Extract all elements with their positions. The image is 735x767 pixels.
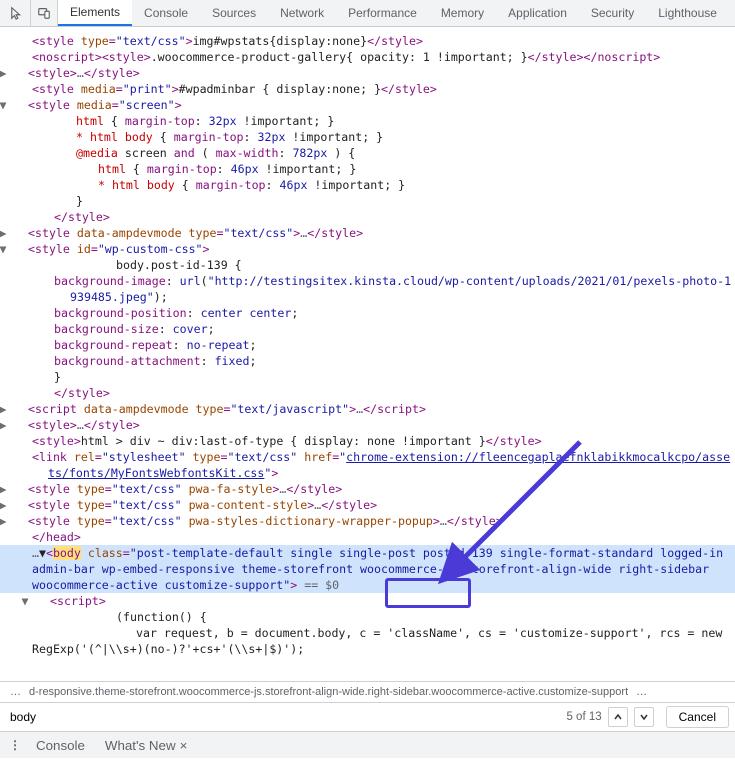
chevron-right-icon[interactable]: ▶ bbox=[14, 65, 26, 81]
drawer-tab-whatsnew[interactable]: What's New× bbox=[95, 735, 197, 756]
dom-node[interactable]: ▼<script> bbox=[0, 593, 735, 609]
dom-node[interactable]: ▶<style type="text/css" pwa-content-styl… bbox=[0, 497, 735, 513]
css-brace: } bbox=[0, 369, 735, 385]
breadcrumb-ellipsis[interactable]: … bbox=[6, 686, 25, 698]
chevron-right-icon[interactable]: ▶ bbox=[14, 481, 26, 497]
dom-node-close: </head> bbox=[0, 529, 735, 545]
chevron-down-icon[interactable]: ▼ bbox=[36, 593, 48, 609]
tab-security[interactable]: Security bbox=[579, 0, 646, 26]
dom-node[interactable]: <noscript><style>.woocommerce-product-ga… bbox=[0, 49, 735, 65]
tab-lighthouse[interactable]: Lighthouse bbox=[646, 0, 729, 26]
drawer-tab-console[interactable]: Console bbox=[26, 735, 95, 756]
css-decl: background-position: center center; bbox=[0, 305, 735, 321]
find-count: 5 of 13 bbox=[566, 711, 601, 723]
dom-node[interactable]: ▶<script data-ampdevmode type="text/java… bbox=[0, 401, 735, 417]
tab-console[interactable]: Console bbox=[132, 0, 200, 26]
tab-elements[interactable]: Elements bbox=[58, 0, 132, 26]
dom-node[interactable]: ▼<style media="screen"> bbox=[0, 97, 735, 113]
tab-sources[interactable]: Sources bbox=[200, 0, 268, 26]
find-input[interactable] bbox=[6, 706, 560, 728]
device-toggle-icon[interactable] bbox=[31, 0, 58, 26]
dom-node-body-selected[interactable]: …▼<body class="post-template-default sin… bbox=[0, 545, 735, 593]
find-bar: 5 of 13 Cancel bbox=[0, 703, 735, 732]
devtools-toolbar: Elements Console Sources Network Perform… bbox=[0, 0, 735, 27]
css-rule: * html body { margin-top: 46px !importan… bbox=[0, 177, 735, 193]
find-cancel-button[interactable]: Cancel bbox=[666, 706, 729, 728]
dom-node[interactable]: ▶<style>…</style> bbox=[0, 65, 735, 81]
chevron-down-icon[interactable]: ▼ bbox=[14, 97, 26, 113]
chevron-down-icon[interactable]: ▼ bbox=[14, 241, 26, 257]
breadcrumb-item[interactable]: d-responsive.theme-storefront.woocommerc… bbox=[25, 686, 632, 698]
drawer-menu-icon[interactable]: ⋮ bbox=[4, 738, 26, 752]
dom-node[interactable]: ▶<style type="text/css" pwa-fa-style>…</… bbox=[0, 481, 735, 497]
chevron-right-icon[interactable]: ▶ bbox=[14, 225, 26, 241]
elements-dom-tree[interactable]: <style type="text/css">img#wpstats{displ… bbox=[0, 27, 735, 682]
chevron-right-icon[interactable]: ▶ bbox=[14, 417, 26, 433]
tab-application[interactable]: Application bbox=[496, 0, 579, 26]
css-decl: background-image: url("http://testingsit… bbox=[0, 273, 735, 305]
elements-breadcrumb[interactable]: … d-responsive.theme-storefront.woocomme… bbox=[0, 682, 735, 703]
dom-node[interactable]: ▶<style type="text/css" pwa-styles-dicti… bbox=[0, 513, 735, 529]
dom-node[interactable]: ▶<style>…</style> bbox=[0, 417, 735, 433]
css-media: @media screen and ( max-width: 782px ) { bbox=[0, 145, 735, 161]
dom-node-close: </style> bbox=[0, 209, 735, 225]
chevron-right-icon[interactable]: ▶ bbox=[14, 401, 26, 417]
dom-node-close: </style> bbox=[0, 385, 735, 401]
find-next-button[interactable] bbox=[634, 707, 654, 727]
tab-network[interactable]: Network bbox=[268, 0, 336, 26]
dom-node[interactable]: ▶<style data-ampdevmode type="text/css">… bbox=[0, 225, 735, 241]
chevron-right-icon[interactable]: ▶ bbox=[14, 497, 26, 513]
close-icon[interactable]: × bbox=[180, 738, 188, 753]
breadcrumb-ellipsis[interactable]: … bbox=[632, 686, 651, 698]
css-rule: * html body { margin-top: 32px !importan… bbox=[0, 129, 735, 145]
dom-node[interactable]: <link rel="stylesheet" type="text/css" h… bbox=[0, 449, 735, 481]
dom-node[interactable]: ▼<style id="wp-custom-css"> bbox=[0, 241, 735, 257]
js-text: RegExp('(^|\\s+)(no-)?'+cs+'(\\s+|$)'); bbox=[0, 641, 735, 657]
dom-node[interactable]: <style type="text/css">img#wpstats{displ… bbox=[0, 33, 735, 49]
js-text: var request, b = document.body, c = 'cla… bbox=[0, 625, 735, 641]
css-decl: background-size: cover; bbox=[0, 321, 735, 337]
css-rule: body.post-id-139 { bbox=[0, 257, 735, 273]
find-prev-button[interactable] bbox=[608, 707, 628, 727]
chevron-right-icon[interactable]: ▶ bbox=[14, 513, 26, 529]
chevron-down-icon[interactable]: ▼ bbox=[39, 546, 46, 560]
tab-memory[interactable]: Memory bbox=[429, 0, 496, 26]
css-rule: html { margin-top: 46px !important; } bbox=[0, 161, 735, 177]
drawer-toolbar: ⋮ Console What's New× bbox=[0, 732, 735, 758]
js-text: (function() { bbox=[0, 609, 735, 625]
dom-node[interactable]: <style media="print">#wpadminbar { displ… bbox=[0, 81, 735, 97]
inspect-icon[interactable] bbox=[4, 0, 31, 26]
css-rule: html { margin-top: 32px !important; } bbox=[0, 113, 735, 129]
css-decl: background-repeat: no-repeat; bbox=[0, 337, 735, 353]
dom-node[interactable]: <style>html > div ~ div:last-of-type { d… bbox=[0, 433, 735, 449]
tab-performance[interactable]: Performance bbox=[336, 0, 429, 26]
css-brace: } bbox=[0, 193, 735, 209]
css-decl: background-attachment: fixed; bbox=[0, 353, 735, 369]
